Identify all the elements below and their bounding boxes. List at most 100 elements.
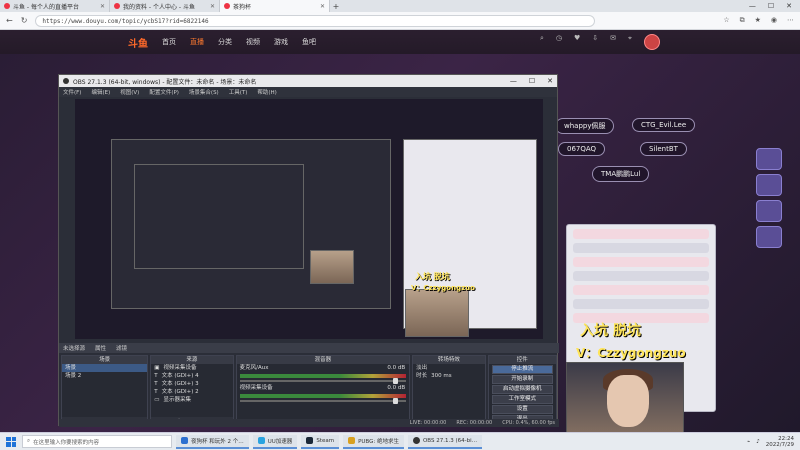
menu-tools[interactable]: 工具(T) bbox=[229, 88, 248, 96]
taskbar-app-uu[interactable]: UU加速器 bbox=[252, 434, 298, 449]
menu-view[interactable]: 视图(V) bbox=[120, 88, 139, 96]
volume-slider[interactable] bbox=[239, 378, 407, 384]
taskbar-app-steam[interactable]: Steam bbox=[301, 434, 340, 449]
nested-capture bbox=[134, 164, 304, 269]
uu-icon bbox=[257, 437, 265, 444]
obs-preview[interactable]: 入坑 脱坑 V：Czzygongzuo bbox=[75, 99, 543, 339]
search-icon[interactable]: ⌕ bbox=[540, 34, 544, 50]
volume-icon[interactable]: ♪ bbox=[756, 439, 760, 445]
extensions-icon[interactable]: ⧉ bbox=[740, 16, 745, 25]
side-badge[interactable] bbox=[756, 148, 782, 170]
obs-docks: 场景 场景 场景 2 +−∧∨ 来源 ▣视频采集设备 T文本 (GDI+) 4 … bbox=[59, 355, 559, 427]
douyu-favicon-icon bbox=[114, 3, 120, 9]
minimize-icon[interactable]: — bbox=[510, 77, 517, 85]
audio-meter bbox=[239, 374, 407, 378]
nav-video[interactable]: 视频 bbox=[246, 37, 260, 47]
menu-file[interactable]: 文件(F) bbox=[63, 88, 81, 96]
settings-button[interactable]: 设置 bbox=[491, 405, 553, 414]
url-input[interactable]: https://www.douyu.com/topic/ycbS17?rid=6… bbox=[35, 14, 596, 27]
back-icon[interactable]: ← bbox=[6, 16, 13, 25]
menu-help[interactable]: 帮助(H) bbox=[257, 88, 276, 96]
nested-webcam bbox=[310, 250, 354, 284]
virtual-camera-button[interactable]: 启动虚拟摄像机 bbox=[491, 385, 553, 394]
taskbar-clock[interactable]: 22:24 2022/7/29 bbox=[766, 436, 794, 448]
taskbar-search-input[interactable]: ⌕ 在这里输入你要搜索的内容 bbox=[22, 435, 172, 448]
studio-mode-button[interactable]: 工作室模式 bbox=[491, 395, 553, 404]
user-avatar[interactable] bbox=[644, 34, 660, 50]
source-item[interactable]: ▣ 视频采集设备 bbox=[151, 364, 232, 372]
network-icon[interactable]: ⌁ bbox=[747, 439, 750, 445]
scene-item[interactable]: 场景 2 bbox=[62, 372, 147, 380]
team-chip[interactable]: CTG_Evil.Lee bbox=[632, 118, 696, 132]
filters-button[interactable]: 滤镜 bbox=[116, 344, 127, 352]
minimize-icon[interactable]: — bbox=[749, 2, 756, 10]
text-icon: T bbox=[154, 389, 158, 395]
close-tab-icon[interactable]: ✕ bbox=[320, 3, 325, 10]
volume-slider[interactable] bbox=[239, 398, 407, 404]
webcam-face bbox=[607, 375, 649, 427]
menu-profile[interactable]: 配置文件(P) bbox=[149, 88, 179, 96]
site-logo[interactable]: 斗鱼 bbox=[128, 35, 148, 50]
nav-live[interactable]: 直播 bbox=[190, 37, 204, 47]
close-tab-icon[interactable]: ✕ bbox=[210, 3, 215, 10]
favorites-icon[interactable]: ★ bbox=[755, 16, 761, 25]
new-tab-icon[interactable]: + bbox=[330, 2, 342, 11]
obs-statusbar: LIVE: 00:00:00 REC: 00:00:00 CPU: 0.4%, … bbox=[59, 419, 559, 427]
side-badge[interactable] bbox=[756, 226, 782, 248]
message-icon[interactable]: ✉ bbox=[610, 34, 616, 50]
sources-dock: 来源 ▣ 视频采集设备 T 文本 (GDI+) 4 T 文本 (GDI+) 3 T 文本… bbox=[150, 355, 234, 427]
star-icon[interactable]: ☆ bbox=[723, 16, 729, 25]
nav-fishbar[interactable]: 鱼吧 bbox=[302, 37, 316, 47]
chat-row bbox=[573, 257, 709, 267]
source-item[interactable]: ▭ 显示器采集 bbox=[151, 396, 232, 404]
location-icon[interactable]: ⌖ bbox=[628, 34, 632, 50]
properties-button[interactable]: 属性 bbox=[95, 344, 106, 352]
side-badge[interactable] bbox=[756, 200, 782, 222]
browser-tab[interactable]: 我的资料 - 个人中心 - 斗鱼 ✕ bbox=[110, 0, 220, 12]
browser-tab-active[interactable]: 茶狗杯 ✕ bbox=[220, 0, 330, 12]
nav-category[interactable]: 分类 bbox=[218, 37, 232, 47]
menu-edit[interactable]: 编辑(E) bbox=[91, 88, 110, 96]
taskbar-app-edge[interactable]: 夜狗杯 和玩外 2 个… bbox=[176, 434, 249, 449]
transition-duration[interactable]: 时长 300 ms bbox=[413, 372, 484, 380]
nav-game[interactable]: 游戏 bbox=[274, 37, 288, 47]
follow-icon[interactable]: ♥ bbox=[574, 34, 580, 50]
taskbar-app-pubg[interactable]: PUBG: 绝地求生 bbox=[343, 434, 404, 449]
obs-window[interactable]: OBS 27.1.3 (64-bit, windows) - 配置文件：未命名 … bbox=[58, 74, 559, 427]
reload-icon[interactable]: ↻ bbox=[21, 16, 28, 25]
profile-icon[interactable]: ◉ bbox=[771, 16, 777, 25]
text-icon: T bbox=[154, 373, 158, 379]
maximize-icon[interactable]: ☐ bbox=[768, 2, 774, 10]
side-badge[interactable] bbox=[756, 174, 782, 196]
browser-tab[interactable]: 斗鱼 - 每个人的直播平台 ✕ bbox=[0, 0, 110, 12]
windows-start-icon[interactable] bbox=[4, 435, 18, 449]
windows-taskbar: ⌕ 在这里输入你要搜索的内容 夜狗杯 和玩外 2 个… UU加速器 Steam P… bbox=[0, 432, 800, 450]
close-window-icon[interactable]: ✕ bbox=[547, 77, 553, 85]
search-icon: ⌕ bbox=[27, 438, 31, 444]
close-tab-icon[interactable]: ✕ bbox=[100, 3, 105, 10]
obs-titlebar[interactable]: OBS 27.1.3 (64-bit, windows) - 配置文件：未命名 … bbox=[59, 75, 557, 87]
download-icon[interactable]: ⇩ bbox=[592, 34, 598, 50]
start-recording-button[interactable]: 开始录制 bbox=[491, 375, 553, 384]
more-icon[interactable]: ⋯ bbox=[787, 16, 794, 25]
camera-icon: ▣ bbox=[154, 365, 160, 371]
address-bar: ← ↻ https://www.douyu.com/topic/ycbS17?r… bbox=[0, 12, 800, 30]
scene-item[interactable]: 场景 bbox=[62, 364, 148, 372]
nav-home[interactable]: 首页 bbox=[162, 37, 176, 47]
close-window-icon[interactable]: ✕ bbox=[786, 2, 792, 10]
stop-streaming-button[interactable]: 停止推流 bbox=[491, 365, 553, 374]
source-item[interactable]: T 文本 (GDI+) 4 bbox=[151, 372, 232, 380]
browser-tabbar: 斗鱼 - 每个人的直播平台 ✕ 我的资料 - 个人中心 - 斗鱼 ✕ 茶狗杯 ✕ + … bbox=[0, 0, 800, 12]
history-icon[interactable]: ◷ bbox=[556, 34, 562, 50]
taskbar-app-obs[interactable]: OBS 27.1.3 (64-bi… bbox=[407, 434, 483, 449]
team-chip[interactable]: TMA鹏鹏Lul bbox=[592, 166, 650, 182]
transition-select[interactable]: 淡出 bbox=[413, 364, 484, 372]
team-chip[interactable]: 067QAQ bbox=[558, 142, 606, 156]
obs-icon bbox=[412, 437, 420, 444]
source-item[interactable]: T 文本 (GDI+) 2 bbox=[151, 388, 232, 396]
source-item[interactable]: T 文本 (GDI+) 3 bbox=[151, 380, 232, 388]
team-chip[interactable]: whappy佩服 bbox=[555, 118, 615, 134]
maximize-icon[interactable]: ☐ bbox=[529, 77, 535, 85]
menu-scene-collection[interactable]: 场景集合(S) bbox=[189, 88, 219, 96]
team-chip[interactable]: SilentBT bbox=[640, 142, 687, 156]
